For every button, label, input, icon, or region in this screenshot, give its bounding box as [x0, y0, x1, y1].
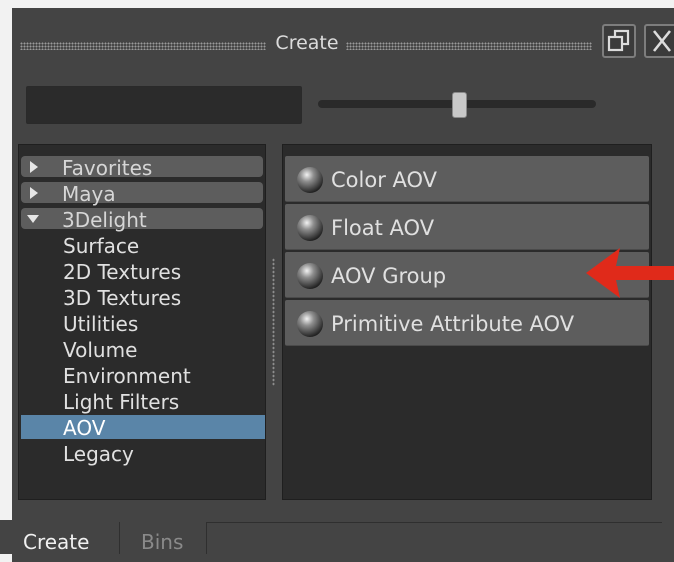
tab-bins[interactable]: Bins [141, 530, 183, 554]
tree-item-volume[interactable]: Volume [21, 337, 265, 362]
tree-item-label: 3D Textures [63, 286, 182, 310]
tab-bar-line [206, 522, 662, 523]
tab-divider [206, 522, 207, 554]
node-list: Color AOV Float AOV AOV Group Primitive … [282, 144, 652, 500]
tree-item-utilities[interactable]: Utilities [21, 311, 265, 336]
tree-item-label: Volume [63, 338, 138, 362]
tree-item-label: Environment [63, 364, 191, 388]
tree-item-light-filters[interactable]: Light Filters [21, 389, 265, 414]
sphere-icon [297, 263, 323, 289]
close-icon [652, 30, 672, 52]
slider-handle[interactable] [452, 92, 468, 118]
tree-item-label: Maya [62, 182, 116, 206]
tree-item-label: 2D Textures [63, 260, 182, 284]
tree-item-label: Light Filters [63, 390, 180, 414]
tree-item-environment[interactable]: Environment [21, 363, 265, 388]
restore-icon [607, 29, 630, 52]
tree-item-label: 3Delight [62, 208, 147, 232]
tree-item-label: Utilities [63, 312, 139, 336]
tree-item-favorites[interactable]: Favorites [21, 156, 263, 180]
title-bar[interactable]: Create [12, 8, 674, 80]
tree-item-label: Legacy [63, 442, 134, 466]
close-button[interactable] [644, 24, 674, 58]
tab-divider [119, 522, 120, 554]
tab-create[interactable]: Create [23, 530, 89, 554]
list-item-label: Float AOV [331, 216, 435, 240]
expand-arrow-icon[interactable] [30, 187, 38, 199]
restore-button[interactable] [602, 24, 636, 58]
list-item-label: Primitive Attribute AOV [331, 312, 575, 336]
drag-grip-left[interactable] [20, 42, 266, 50]
tree-item-label: Favorites [62, 156, 153, 180]
tree-item-label: AOV [63, 416, 106, 440]
search-input[interactable] [26, 86, 302, 124]
category-tree: Favorites Maya 3Delight Surface 2D Textu… [18, 144, 266, 500]
list-item-primitive-attribute-aov[interactable]: Primitive Attribute AOV [285, 300, 649, 346]
tree-item-label: Surface [63, 234, 140, 258]
window-title: Create [275, 32, 339, 54]
list-item-label: AOV Group [331, 264, 447, 288]
tree-item-2d-textures[interactable]: 2D Textures [21, 259, 265, 284]
tree-item-maya[interactable]: Maya [21, 182, 263, 206]
tree-item-3d-textures[interactable]: 3D Textures [21, 285, 265, 310]
sphere-icon [297, 215, 323, 241]
tree-item-aov[interactable]: AOV [21, 415, 265, 440]
sphere-icon [297, 167, 323, 193]
expand-arrow-icon[interactable] [30, 161, 38, 173]
collapse-arrow-icon[interactable] [27, 215, 39, 223]
red-arrow-icon [586, 248, 674, 298]
tree-item-3delight[interactable]: 3Delight [21, 208, 263, 232]
tree-item-surface[interactable]: Surface [21, 233, 265, 258]
drag-grip-right[interactable] [346, 42, 592, 50]
panel-splitter[interactable] [272, 258, 275, 386]
sphere-icon [297, 311, 323, 337]
list-item-label: Color AOV [331, 168, 438, 192]
tab-bar [0, 520, 662, 554]
list-item-color-aov[interactable]: Color AOV [285, 156, 649, 202]
tree-item-legacy[interactable]: Legacy [21, 441, 265, 466]
